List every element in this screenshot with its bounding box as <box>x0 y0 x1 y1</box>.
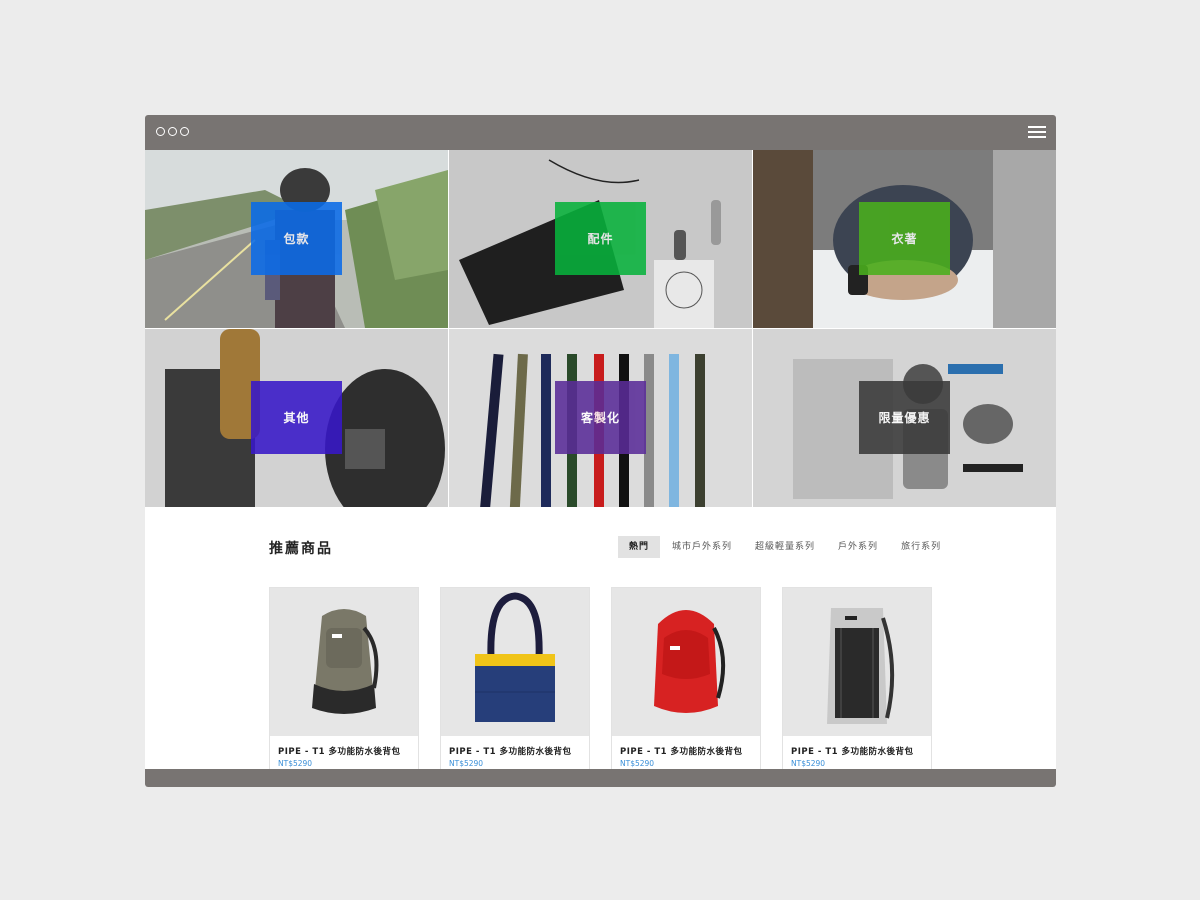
product-name[interactable]: PIPE - T1 多功能防水後背包 <box>791 745 914 757</box>
section-title: 推薦商品 <box>269 541 333 557</box>
product-price: NT$5290 <box>449 759 484 768</box>
backpack-icon <box>654 610 726 713</box>
tab-travel[interactable]: 旅行系列 <box>890 536 952 558</box>
window-dot-icon[interactable] <box>168 127 177 136</box>
product-card[interactable]: PIPE - T1 多功能防水後背包 NT$5290 <box>782 587 932 779</box>
product-name[interactable]: PIPE - T1 多功能防水後背包 <box>620 745 743 757</box>
backpack-icon <box>312 609 379 714</box>
browser-titlebar <box>145 115 1056 150</box>
product-name[interactable]: PIPE - T1 多功能防水後背包 <box>449 745 572 757</box>
product-card[interactable]: PIPE - T1 多功能防水後背包 NT$5290 <box>611 587 761 779</box>
category-tile-others[interactable]: 其他 <box>145 329 448 507</box>
tab-outdoor[interactable]: 戶外系列 <box>827 536 889 558</box>
product-image[interactable] <box>270 588 418 736</box>
category-badge: 配件 <box>555 202 646 275</box>
browser-window: 包款 配件 衣著 其他 客製化 限量優惠 推薦商品 熱門 城市戶外系列 超級輕量… <box>145 115 1056 787</box>
product-price: NT$5290 <box>620 759 655 768</box>
menu-icon[interactable] <box>1028 126 1046 138</box>
product-card[interactable]: PIPE - T1 多功能防水後背包 NT$5290 <box>269 587 419 779</box>
filter-tabs: 熱門 城市戶外系列 超級輕量系列 戶外系列 旅行系列 <box>618 536 953 558</box>
category-badge: 客製化 <box>555 381 646 454</box>
browser-bottombar <box>145 769 1056 787</box>
category-badge: 限量優惠 <box>859 381 950 454</box>
category-tile-limited[interactable]: 限量優惠 <box>753 329 1056 507</box>
product-name[interactable]: PIPE - T1 多功能防水後背包 <box>278 745 401 757</box>
tab-popular[interactable]: 熱門 <box>618 536 661 558</box>
category-grid: 包款 配件 衣著 其他 客製化 限量優惠 <box>145 150 1056 508</box>
product-image[interactable] <box>783 588 931 736</box>
category-tile-custom[interactable]: 客製化 <box>449 329 752 507</box>
window-controls[interactable] <box>156 127 189 136</box>
category-tile-bags[interactable]: 包款 <box>145 150 448 328</box>
product-image[interactable] <box>441 588 589 736</box>
category-tile-accessories[interactable]: 配件 <box>449 150 752 328</box>
category-tile-apparel[interactable]: 衣著 <box>753 150 1056 328</box>
window-dot-icon[interactable] <box>156 127 165 136</box>
product-image[interactable] <box>612 588 760 736</box>
product-price: NT$5290 <box>791 759 826 768</box>
category-badge: 其他 <box>251 381 342 454</box>
product-card[interactable]: PIPE - T1 多功能防水後背包 NT$5290 <box>440 587 590 779</box>
tab-ultralight[interactable]: 超級輕量系列 <box>744 536 826 558</box>
category-badge: 包款 <box>251 202 342 275</box>
shoulder-bag-icon <box>475 592 555 722</box>
tab-urban-outdoor[interactable]: 城市戶外系列 <box>661 536 743 558</box>
window-dot-icon[interactable] <box>180 127 189 136</box>
product-price: NT$5290 <box>278 759 313 768</box>
backpack-icon <box>827 608 895 724</box>
category-badge: 衣著 <box>859 202 950 275</box>
